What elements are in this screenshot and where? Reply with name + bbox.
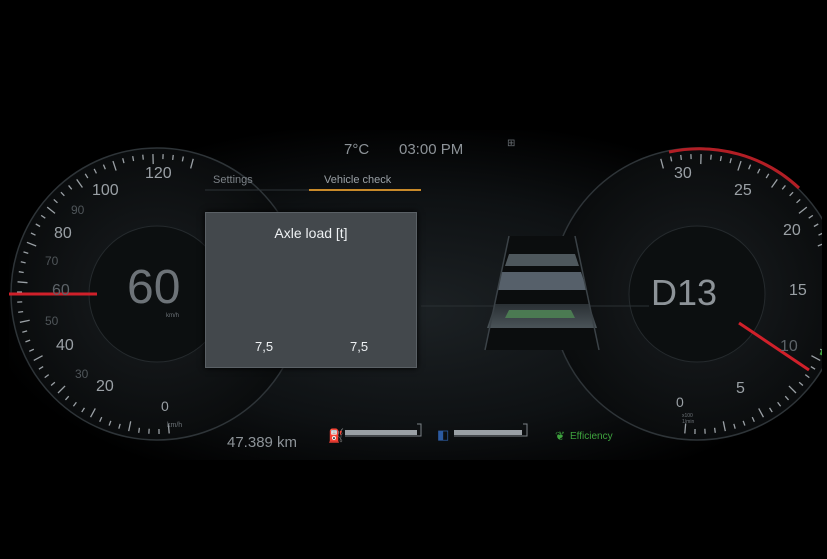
gauge-tick: [172, 154, 174, 160]
speed-label-100: 100: [92, 182, 119, 199]
gauge-tick: [670, 156, 673, 162]
trailer-icon: ⊞: [507, 138, 516, 149]
speed-label-40: 40: [56, 337, 74, 354]
axle-load-panel: Axle load [t] 7,5 7,5: [205, 212, 417, 368]
speed-label-0: 0: [161, 398, 169, 414]
gauge-tick: [18, 271, 24, 274]
clock-time: 03:00 PM: [399, 141, 464, 158]
speed-minor-70: 70: [45, 254, 59, 268]
speed-label-80: 80: [54, 225, 72, 242]
speed-minor-30: 30: [75, 367, 89, 381]
speed-minor-90: 90: [71, 203, 85, 217]
rpm-label-5: 5: [736, 380, 745, 397]
fuel-gauge: [345, 423, 422, 437]
fuel-icon: ⛽: [328, 428, 345, 443]
gauge-tick: [181, 156, 184, 162]
leaf-icon: ❦: [555, 429, 566, 443]
speed-minor-50: 50: [45, 314, 59, 328]
gauge-tick: [18, 310, 24, 313]
adblue-icon: ◧: [437, 427, 450, 442]
adblue-gauge: [454, 423, 528, 437]
speed-unit: km/h: [166, 313, 180, 319]
gauge-tick: [132, 156, 135, 162]
gauge-tick: [17, 281, 28, 284]
tab-vehicle-check[interactable]: Vehicle check: [324, 174, 391, 186]
rpm-label-30: 30: [674, 165, 692, 182]
speed-label-120: 120: [145, 165, 172, 182]
rpm-label-10: 10: [780, 338, 798, 355]
gauge-tick: [713, 427, 716, 433]
rpm-unit: x100 1/min: [682, 413, 695, 425]
current-speed: 60: [127, 261, 181, 314]
speed-label-20: 20: [96, 378, 114, 395]
odometer: 47.389 km: [227, 434, 298, 451]
instrument-cluster: 7°C 03:00 PM ⊞ Settings Vehicle check 0 …: [9, 10, 822, 537]
rpm-label-15: 15: [789, 282, 807, 299]
gear-display: D13: [651, 272, 718, 313]
gauge-tick: [719, 156, 722, 162]
axle-load-title: Axle load [t]: [274, 225, 348, 241]
gauge-tick: [680, 154, 682, 160]
outside-temperature: 7°C: [344, 141, 370, 158]
gauge-tick: [710, 154, 712, 160]
gauge-tick: [142, 154, 144, 160]
rpm-label-25: 25: [734, 182, 752, 199]
speedometer-bottom-unit: km/h: [167, 422, 183, 429]
tab-settings[interactable]: Settings: [213, 174, 253, 186]
efficiency-label: Efficiency: [570, 431, 613, 442]
rpm-label-0: 0: [676, 394, 684, 410]
gauge-tick: [138, 427, 141, 433]
rpm-label-20: 20: [783, 222, 801, 239]
rear-axle-load: 7,5: [350, 339, 369, 354]
speed-label-60: 60: [52, 282, 70, 299]
front-axle-load: 7,5: [255, 339, 274, 354]
